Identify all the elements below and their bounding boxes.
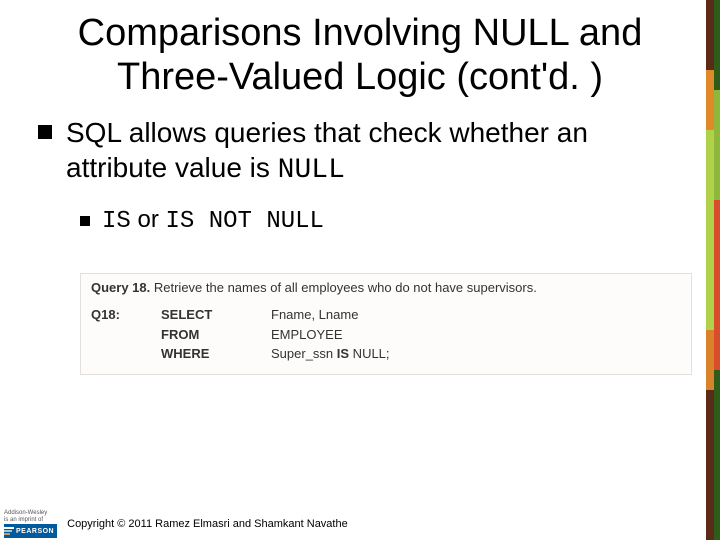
query-label: Q18: (91, 305, 161, 325)
slide-body: SQL allows queries that check whether an… (0, 107, 720, 375)
query-row: FROM EMPLOYEE (91, 325, 681, 345)
example-description: Retrieve the names of all employees who … (150, 280, 537, 295)
code-is-not-null: IS NOT NULL (166, 208, 324, 235)
publisher-logo-block: Addison-Wesley is an imprint of PEARSON (4, 510, 57, 538)
sql-keyword-inline: IS (337, 346, 349, 361)
bullet-text: SQL allows queries that check whether an… (66, 115, 690, 188)
bullet-text: IS or IS NOT NULL (102, 206, 324, 235)
bullet-text-part: or (131, 206, 166, 233)
aw-line: is an imprint of (4, 517, 57, 523)
copyright-text: Copyright © 2011 Ramez Elmasri and Shamk… (67, 518, 348, 530)
sql-value: Fname, Lname (271, 305, 681, 325)
footer: Addison-Wesley is an imprint of PEARSON … (0, 508, 720, 540)
decorative-stripe-inner-icon (714, 0, 720, 540)
sql-example-box: Query 18. Retrieve the names of all empl… (80, 273, 692, 375)
code-is: IS (102, 208, 131, 235)
query-row: WHERE Super_ssn IS NULL; (91, 344, 681, 364)
code-null: NULL (278, 155, 345, 186)
aw-line: Addison-Wesley (4, 510, 57, 516)
pearson-text: PEARSON (16, 528, 54, 535)
bullet-level-1: SQL allows queries that check whether an… (30, 115, 690, 188)
sql-keyword: SELECT (161, 305, 271, 325)
sql-value: Super_ssn IS NULL; (271, 344, 681, 364)
sql-keyword: FROM (161, 325, 271, 345)
square-bullet-icon (80, 216, 90, 226)
example-label: Query 18. (91, 280, 150, 295)
pearson-logo-icon: PEARSON (4, 524, 57, 538)
query-row: Q18: SELECT Fname, Lname (91, 305, 681, 325)
sql-value-part: Super_ssn (271, 346, 337, 361)
sql-keyword: WHERE (161, 344, 271, 364)
logo-bars-icon (4, 524, 14, 538)
slide-title: Comparisons Involving NULL and Three-Val… (0, 0, 720, 107)
slide: Comparisons Involving NULL and Three-Val… (0, 0, 720, 540)
sql-value: EMPLOYEE (271, 325, 681, 345)
bullet-level-2: IS or IS NOT NULL (80, 206, 690, 235)
addison-wesley-label: Addison-Wesley is an imprint of PEARSON (4, 510, 57, 538)
sql-value-part: NULL; (349, 346, 389, 361)
square-bullet-icon (38, 125, 52, 139)
example-header: Query 18. Retrieve the names of all empl… (91, 280, 681, 295)
